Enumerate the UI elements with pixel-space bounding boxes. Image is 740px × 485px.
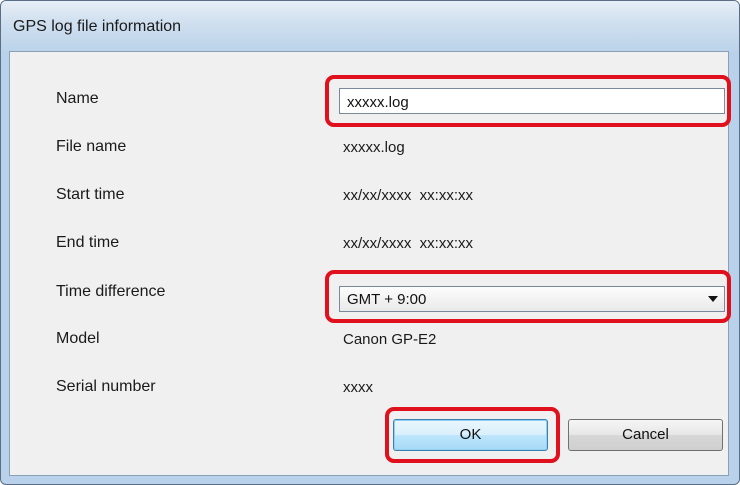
start-time-value: xx/xx/xxxx xx:xx:xx [343,187,474,204]
ok-button[interactable]: OK [393,419,548,451]
name-label: Name [56,90,99,107]
title-bar[interactable]: GPS log file information [1,1,739,51]
serial-number-value: xxxx [343,379,373,396]
name-input[interactable]: xxxxx.log [339,88,725,114]
serial-number-label: Serial number [56,378,156,395]
time-difference-selected-value: GMT + 9:00 [347,291,427,308]
end-time-label: End time [56,234,120,251]
start-time-label: Start time [56,186,125,203]
file-name-label: File name [56,138,127,155]
time-difference-label: Time difference [56,283,166,300]
cancel-button[interactable]: Cancel [568,419,723,451]
end-time-value: xx/xx/xxxx xx:xx:xx [343,235,474,252]
window-title: GPS log file information [13,18,182,35]
model-value: Canon GP-E2 [343,331,437,348]
model-label: Model [56,330,100,347]
file-name-value: xxxxx.log [343,139,405,156]
time-difference-select[interactable]: GMT + 9:00 [339,286,725,312]
dialog-window: GPS log file information Name xxxxx.log … [0,0,740,485]
dialog-content: Name xxxxx.log File name xxxxx.log Start… [9,51,729,476]
chevron-down-icon[interactable] [708,296,718,302]
